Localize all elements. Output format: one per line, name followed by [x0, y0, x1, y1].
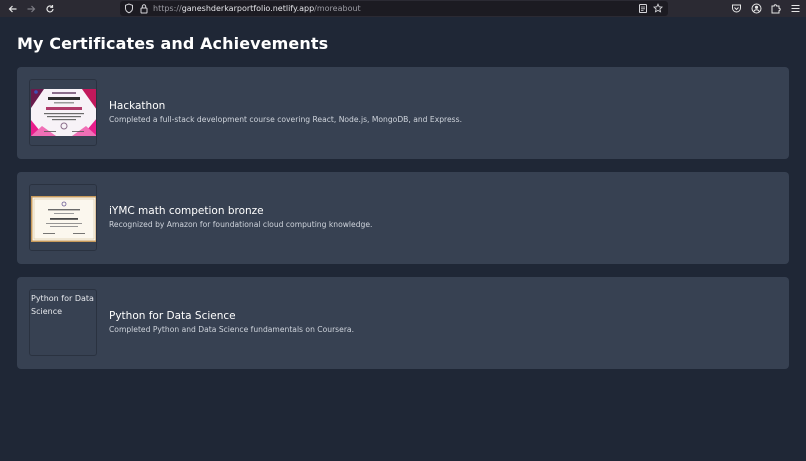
- forward-arrow-icon[interactable]: [22, 0, 40, 17]
- certificate-thumbnail[interactable]: Python for Data Science: [29, 289, 97, 356]
- url-path: /moreabout: [314, 4, 361, 13]
- reader-view-icon[interactable]: [638, 3, 648, 14]
- certificate-image-pink: [30, 80, 96, 145]
- broken-image-alt-text: Python for Data Science: [31, 294, 94, 316]
- back-arrow-icon[interactable]: [4, 0, 22, 17]
- lock-icon[interactable]: [139, 3, 149, 14]
- certificate-title: Python for Data Science: [109, 310, 236, 322]
- shield-icon[interactable]: [124, 3, 134, 14]
- extensions-icon[interactable]: [770, 3, 781, 14]
- certificate-thumbnail[interactable]: [29, 184, 97, 251]
- browser-toolbar: https://ganeshderkarportfolio.netlify.ap…: [0, 0, 806, 17]
- pocket-icon[interactable]: [731, 3, 742, 14]
- certificate-card: Hackathon Completed a full-stack develop…: [17, 67, 789, 159]
- url-text[interactable]: https://ganeshderkarportfolio.netlify.ap…: [153, 2, 361, 15]
- certificate-title: iYMC math competion bronze: [109, 205, 264, 217]
- reload-icon[interactable]: [41, 0, 59, 17]
- menu-icon[interactable]: [790, 3, 801, 14]
- url-host: ganeshderkarportfolio.netlify.app: [181, 4, 315, 13]
- certificate-thumbnail[interactable]: [29, 79, 97, 146]
- certificate-description: Recognized by Amazon for foundational cl…: [109, 220, 373, 229]
- certificate-description: Completed Python and Data Science fundam…: [109, 325, 355, 334]
- certificate-description: Completed a full-stack development cours…: [109, 115, 462, 124]
- bookmark-star-icon[interactable]: [653, 3, 663, 14]
- account-icon[interactable]: [751, 3, 762, 14]
- certificate-title: Hackathon: [109, 100, 166, 112]
- url-prefix: https://: [153, 4, 182, 13]
- certificate-card: iYMC math competion bronze Recognized by…: [17, 172, 789, 264]
- page-title: My Certificates and Achievements: [17, 34, 329, 53]
- url-bar[interactable]: https://ganeshderkarportfolio.netlify.ap…: [120, 1, 668, 16]
- certificate-card: Python for Data Science Python for Data …: [17, 277, 789, 369]
- certificate-image-cream: [30, 185, 96, 250]
